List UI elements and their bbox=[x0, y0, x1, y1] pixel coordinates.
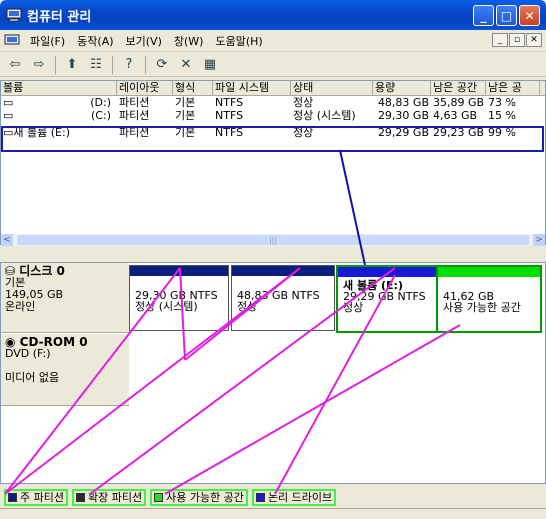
maximize-button[interactable]: □ bbox=[496, 5, 517, 26]
partition-bar bbox=[130, 266, 228, 276]
export-list-icon[interactable]: ▦ bbox=[199, 55, 221, 75]
drive-icon: ▭ bbox=[3, 109, 14, 122]
toolbar-separator bbox=[112, 55, 113, 74]
volume-status: 정상 (시스템) bbox=[293, 109, 356, 122]
cdrom-drive: DVD (F:) bbox=[5, 347, 51, 360]
scroll-thumb[interactable]: ||| bbox=[17, 235, 529, 245]
volume-type: 기본 bbox=[175, 109, 196, 122]
window-title: 컴퓨터 관리 bbox=[27, 9, 92, 25]
volume-pct: 73 % bbox=[488, 96, 516, 109]
status-bar bbox=[0, 508, 546, 519]
cdrom-label[interactable]: ◉ CD-ROM 0 DVD (F:) 미디어 없음 bbox=[1, 334, 129, 406]
partition-e[interactable]: 새 볼륨 (E:) 29,29 GB NTFS 정상 bbox=[336, 265, 440, 333]
legend-label: 논리 드라이브 bbox=[267, 491, 333, 504]
computer-management-icon bbox=[6, 8, 22, 22]
column-capacity[interactable]: 용량 bbox=[373, 81, 431, 95]
menu-help[interactable]: 도움말(H) bbox=[209, 33, 268, 49]
scroll-left-button[interactable]: < bbox=[1, 234, 13, 246]
drive-icon: ▭ bbox=[3, 96, 14, 109]
mdi-minimize-button[interactable]: _ bbox=[492, 33, 508, 47]
volume-pct: 15 % bbox=[488, 109, 516, 122]
legend-label: 주 파티션 bbox=[20, 491, 64, 504]
column-free-pct[interactable]: 남은 공 bbox=[486, 81, 540, 95]
toolbar: ⇦ ⇨ ⬆ ☷ ? ⟳ ✕ ▦ bbox=[0, 53, 546, 77]
title-bar: 컴퓨터 관리 _ □ ✕ bbox=[0, 0, 546, 30]
volume-fs: NTFS bbox=[215, 96, 244, 109]
column-type[interactable]: 형식 bbox=[173, 81, 213, 95]
legend-logical: 논리 드라이브 bbox=[251, 488, 337, 506]
partition-status: 정상 bbox=[343, 301, 364, 314]
volume-type: 기본 bbox=[175, 96, 196, 109]
partition-unallocated[interactable]: 41,62 GB 사용 가능한 공간 bbox=[436, 265, 542, 333]
menu-file[interactable]: 파일(F) bbox=[24, 33, 71, 49]
column-free-space[interactable]: 남은 공간 bbox=[431, 81, 486, 95]
delete-icon[interactable]: ✕ bbox=[175, 55, 197, 75]
forward-icon[interactable]: ⇨ bbox=[28, 55, 50, 75]
column-layout[interactable]: 레이아웃 bbox=[117, 81, 173, 95]
refresh-icon[interactable]: ⟳ bbox=[151, 55, 173, 75]
partition-status: 정상 (시스템) bbox=[135, 300, 198, 313]
minimize-button[interactable]: _ bbox=[473, 5, 494, 26]
volume-capacity: 48,83 GB bbox=[377, 96, 429, 109]
partition-status: 정상 bbox=[237, 300, 258, 313]
volume-fs: NTFS bbox=[215, 109, 244, 122]
scroll-right-button[interactable]: > bbox=[533, 234, 545, 246]
legend-swatch bbox=[255, 492, 265, 502]
legend-label: 확장 파티션 bbox=[87, 491, 143, 504]
legend-extended: 확장 파티션 bbox=[71, 488, 147, 506]
partition-bar bbox=[438, 267, 540, 277]
up-folder-icon[interactable]: ⬆ bbox=[61, 55, 83, 75]
volume-name: (C:) bbox=[91, 109, 111, 122]
legend: 주 파티션 확장 파티션 사용 가능한 공간 논리 드라이브 bbox=[0, 487, 546, 507]
partition-d[interactable]: 48,83 GB NTFS 정상 bbox=[231, 265, 335, 331]
legend-swatch bbox=[8, 492, 17, 502]
menu-view[interactable]: 보기(V) bbox=[120, 33, 168, 49]
table-row[interactable]: ▭ (D:) 파티션 기본 NTFS 정상 48,83 GB 35,89 GB 7… bbox=[1, 96, 545, 109]
volume-list-header: 볼륨 레이아웃 형식 파일 시스템 상태 용량 남은 공간 남은 공 bbox=[1, 81, 545, 96]
column-filesystem[interactable]: 파일 시스템 bbox=[213, 81, 291, 95]
disk0-name: 디스크 0 bbox=[19, 264, 65, 278]
disk0-state: 온라인 bbox=[5, 300, 36, 313]
volume-list[interactable]: 볼륨 레이아웃 형식 파일 시스템 상태 용량 남은 공간 남은 공 ▭ (D:)… bbox=[0, 80, 546, 246]
legend-free: 사용 가능한 공간 bbox=[150, 488, 248, 506]
partition-c[interactable]: 29,30 GB NTFS 정상 (시스템) bbox=[129, 265, 229, 331]
volume-free: 4,63 GB bbox=[433, 109, 478, 122]
volume-layout: 파티션 bbox=[119, 109, 150, 122]
table-row[interactable]: ▭ (C:) 파티션 기본 NTFS 정상 (시스템) 29,30 GB 4,63… bbox=[1, 109, 545, 122]
column-status[interactable]: 상태 bbox=[291, 81, 373, 95]
selected-volume-highlight bbox=[1, 126, 544, 152]
menu-bar: 파일(F) 동작(A) 보기(V) 창(W) 도움말(H) _ ▫ ✕ bbox=[0, 30, 546, 52]
close-button[interactable]: ✕ bbox=[519, 5, 540, 26]
volume-capacity: 29,30 GB bbox=[377, 109, 429, 122]
legend-primary: 주 파티션 bbox=[4, 488, 68, 506]
volume-free: 35,89 GB bbox=[433, 96, 485, 109]
volume-status: 정상 bbox=[293, 96, 314, 109]
menu-action[interactable]: 동작(A) bbox=[71, 33, 119, 49]
mdi-restore-button[interactable]: ▫ bbox=[509, 33, 525, 47]
partition-bar bbox=[338, 267, 438, 277]
column-volume[interactable]: 볼륨 bbox=[1, 81, 117, 95]
legend-swatch bbox=[75, 492, 85, 502]
back-icon[interactable]: ⇦ bbox=[4, 55, 26, 75]
volume-name: (D:) bbox=[90, 96, 111, 109]
toolbar-separator bbox=[55, 55, 56, 74]
mmc-icon bbox=[4, 34, 20, 44]
legend-swatch bbox=[154, 492, 164, 502]
horizontal-scrollbar[interactable]: < ||| > bbox=[1, 234, 545, 246]
help-icon[interactable]: ? bbox=[118, 55, 140, 75]
show-hide-tree-icon[interactable]: ☷ bbox=[85, 55, 107, 75]
partition-status: 사용 가능한 공간 bbox=[443, 301, 521, 314]
partition-bar bbox=[232, 266, 334, 276]
toolbar-separator bbox=[145, 55, 146, 74]
volume-layout: 파티션 bbox=[119, 96, 150, 109]
disk0-label[interactable]: ⛁ 디스크 0 기본 149,05 GB 온라인 bbox=[1, 263, 129, 333]
menu-window[interactable]: 창(W) bbox=[168, 33, 210, 49]
mdi-close-button[interactable]: ✕ bbox=[526, 33, 542, 47]
disk-map: ⛁ 디스크 0 기본 149,05 GB 온라인 29,30 GB NTFS 정상… bbox=[0, 262, 546, 484]
legend-label: 사용 가능한 공간 bbox=[166, 491, 244, 504]
cdrom-media: 미디어 없음 bbox=[5, 371, 60, 384]
